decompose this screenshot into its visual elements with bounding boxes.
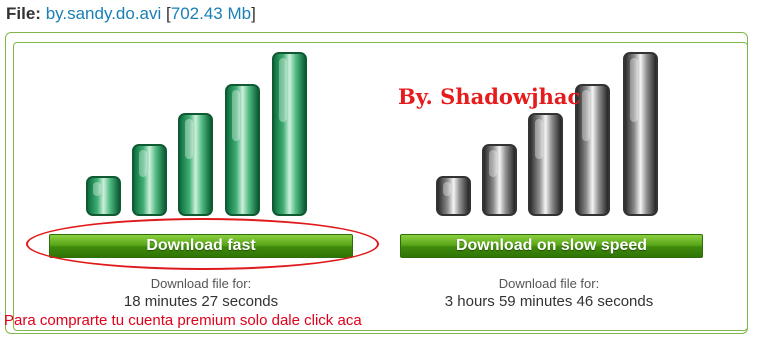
file-size: 702.43 Mb: [170, 4, 252, 23]
slow-bar-3: [528, 113, 563, 216]
fast-time-caption: Download file for:: [150, 276, 252, 291]
fast-bar-4: [225, 84, 260, 216]
slow-speed-bars-icon: [436, 52, 661, 216]
size-close-bracket: ]: [251, 4, 256, 23]
fast-time-value: 18 minutes 27 seconds: [123, 293, 279, 310]
file-header: File: by.sandy.do.avi [702.43 Mb]: [6, 4, 256, 24]
slow-bar-4: [575, 84, 610, 216]
fast-bar-2: [132, 144, 167, 216]
fast-bar-3: [178, 113, 213, 216]
slow-bar-2: [482, 144, 517, 216]
slow-bar-1: [436, 176, 471, 216]
premium-promo-text[interactable]: Para comprarte tu cuenta premium solo da…: [4, 312, 362, 329]
download-slow-button[interactable]: Download on slow speed: [400, 234, 703, 258]
watermark-text: By. Shadowjhac: [398, 84, 581, 109]
file-name-link[interactable]: by.sandy.do.avi: [46, 4, 162, 23]
slow-time-value: 3 hours 59 minutes 46 seconds: [444, 293, 654, 310]
slow-time-caption: Download file for:: [498, 276, 600, 291]
download-fast-button[interactable]: Download fast: [49, 234, 353, 258]
file-label: File:: [6, 4, 41, 23]
fast-bar-1: [86, 176, 121, 216]
fast-speed-bars-icon: [86, 52, 316, 216]
fast-bar-5: [272, 52, 307, 216]
slow-bar-5: [623, 52, 658, 216]
